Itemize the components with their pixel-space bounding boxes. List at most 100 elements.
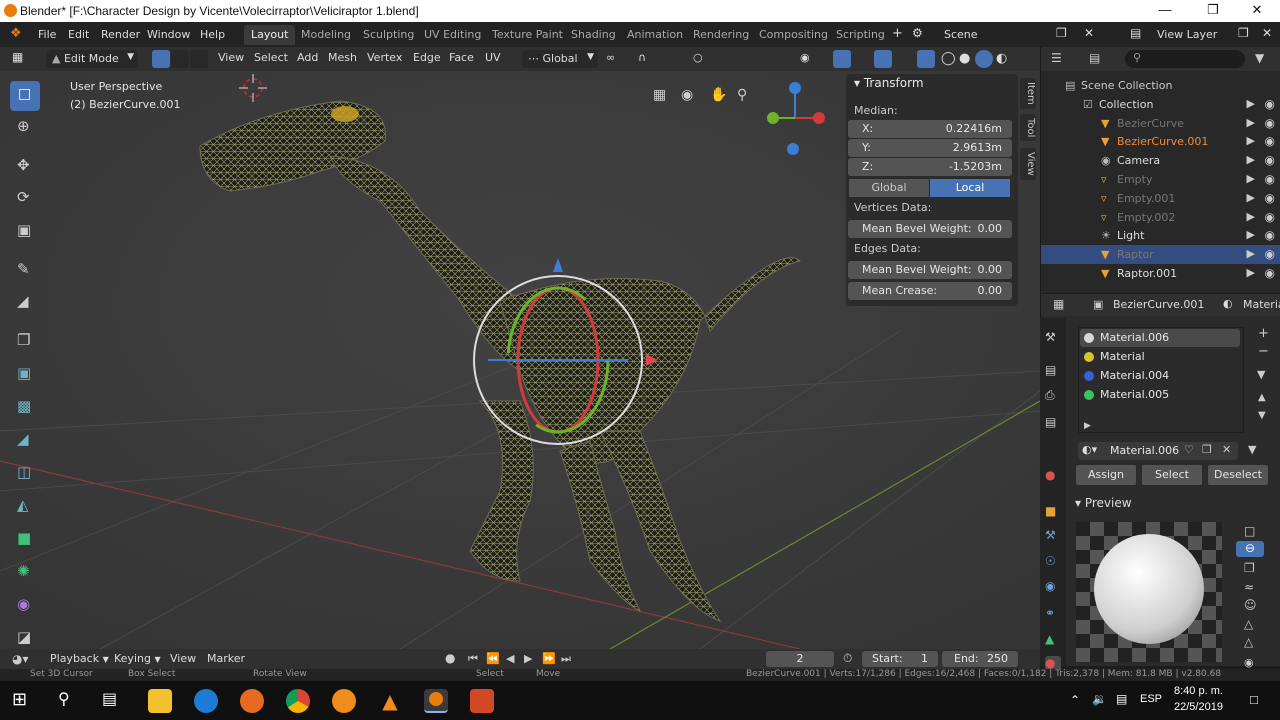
material-browse-icon[interactable]: ◐▾ xyxy=(1082,443,1097,456)
world-tab-icon[interactable]: ● xyxy=(1045,468,1061,484)
outliner-editor-icon[interactable]: ☰ xyxy=(1051,51,1062,65)
input-language[interactable]: ESP xyxy=(1140,693,1162,705)
jump-keyframe-back-icon[interactable]: ⏪ xyxy=(486,652,500,665)
solid-shading-icon[interactable]: ● xyxy=(959,51,970,66)
deselect-button[interactable]: Deselect xyxy=(1208,465,1268,485)
outliner-search-input[interactable]: ⚲ xyxy=(1125,50,1245,68)
display-mode-icon[interactable]: ▤ xyxy=(1089,51,1100,65)
outliner-row[interactable]: ▼ Raptor ▶ ◉ xyxy=(1041,245,1280,265)
selectable-toggle-icon[interactable]: ▶ xyxy=(1247,153,1255,166)
output-tab-icon[interactable]: ⎙ xyxy=(1045,388,1061,404)
overlay-toggle-button[interactable] xyxy=(874,50,892,68)
header-menu-add[interactable]: Add xyxy=(297,51,318,64)
preview-cube-icon[interactable]: ❐ xyxy=(1244,561,1255,575)
preview-sphere-icon[interactable]: ⊖ xyxy=(1236,541,1264,557)
current-frame-field[interactable]: 2 xyxy=(766,651,834,667)
measure-tool[interactable]: ◢ xyxy=(10,288,40,318)
unlink-material-icon[interactable]: ✕ xyxy=(1222,443,1231,456)
outliner-row[interactable]: ◉ Camera ▶ ◉ xyxy=(1041,151,1280,170)
gizmo-toggle-button[interactable] xyxy=(833,50,851,68)
outliner-row[interactable]: ☀ Light ▶ ◉ xyxy=(1041,226,1280,245)
visibility-eye-icon[interactable]: ◉ xyxy=(1265,228,1275,242)
selectable-toggle-icon[interactable]: ▶ xyxy=(1247,116,1255,129)
scene-name[interactable]: Scene xyxy=(944,28,978,41)
visibility-eye-icon[interactable]: ◉ xyxy=(1265,153,1275,167)
record-icon[interactable]: ● xyxy=(445,651,455,665)
poly-build-tool[interactable]: ■ xyxy=(10,525,40,555)
speaker-icon[interactable]: 🔉 xyxy=(1092,692,1107,706)
select-box-tool[interactable]: □ xyxy=(10,81,40,111)
visibility-eye-icon[interactable]: ◉ xyxy=(1265,134,1275,148)
workspace-tab-rendering[interactable]: Rendering xyxy=(686,25,756,45)
outliner-row[interactable]: ▼ Raptor.001 ▶ ◉ xyxy=(1041,264,1280,283)
taskbar-time[interactable]: 8:40 p. m. xyxy=(1174,685,1223,697)
workspace-tab-compositing[interactable]: Compositing xyxy=(752,25,835,45)
timeline-editor-icon[interactable]: ◕▾ xyxy=(12,652,29,666)
material-name-field[interactable]: Material.006 xyxy=(1110,444,1179,457)
view-layer-name[interactable]: View Layer xyxy=(1157,28,1217,41)
outliner-row[interactable]: ☑ Collection ▶ ◉ xyxy=(1041,95,1280,114)
move-slot-down-icon[interactable]: ▼ xyxy=(1258,410,1266,421)
tray-expand-icon[interactable]: ⌃ xyxy=(1070,693,1080,707)
visibility-eye-icon[interactable]: ◉ xyxy=(1265,172,1275,186)
local-toggle[interactable]: Local xyxy=(930,179,1010,197)
list-expand-icon[interactable]: ▶ xyxy=(1084,421,1091,431)
edge-select-button[interactable] xyxy=(171,50,189,68)
selectable-toggle-icon[interactable]: ▶ xyxy=(1247,191,1255,204)
header-menu-view[interactable]: View xyxy=(218,51,244,64)
outliner-row[interactable]: ▤ Scene Collection xyxy=(1041,76,1280,95)
snap-icon[interactable]: ∩ xyxy=(638,51,646,64)
close-button[interactable]: ✕ xyxy=(1242,2,1272,18)
vlc-icon[interactable]: ▲ xyxy=(378,689,402,713)
timeline-menu-keying[interactable]: Keying ▼ xyxy=(114,652,161,665)
jump-keyframe-forward-icon[interactable]: ⏩ xyxy=(542,652,556,665)
menu-window[interactable]: Window xyxy=(147,28,190,41)
view-layer-tab-icon[interactable]: ▤ xyxy=(1045,415,1061,431)
play-reverse-icon[interactable]: ◀ xyxy=(506,652,514,665)
remove-material-slot-icon[interactable]: − xyxy=(1258,344,1269,359)
selectable-toggle-icon[interactable]: ▶ xyxy=(1247,228,1255,241)
visibility-eye-icon[interactable]: ◉ xyxy=(1265,210,1275,224)
timeline-menu-marker[interactable]: Marker xyxy=(207,652,245,665)
edge-mean-bevel-weight-field[interactable]: Mean Bevel Weight: 0.00 xyxy=(848,261,1012,279)
blender-taskbar-icon[interactable] xyxy=(424,689,448,713)
fake-user-icon[interactable]: ♡ xyxy=(1184,443,1194,456)
header-menu-select[interactable]: Select xyxy=(254,51,288,64)
minimize-button[interactable]: — xyxy=(1150,2,1180,17)
preview-hair-icon[interactable]: ≈ xyxy=(1244,580,1254,594)
tool-tab-icon[interactable]: ⚒ xyxy=(1045,330,1061,346)
add-material-slot-icon[interactable]: + xyxy=(1258,326,1269,341)
edge-browser-icon[interactable] xyxy=(194,689,218,713)
editor-type-icon[interactable]: ▦ xyxy=(12,50,23,64)
outliner-row[interactable]: ▿ Empty.001 ▶ ◉ xyxy=(1041,189,1280,208)
render-tab-icon[interactable]: ▤ xyxy=(1045,363,1061,379)
header-menu-edge[interactable]: Edge xyxy=(413,51,441,64)
xray-toggle-button[interactable] xyxy=(917,50,935,68)
inset-tool[interactable]: ▩ xyxy=(10,393,40,423)
transform-panel-title[interactable]: ▾ Transform xyxy=(854,76,924,90)
cursor-tool[interactable]: ⊕ xyxy=(10,113,40,143)
jump-end-icon[interactable]: ⏭ xyxy=(561,652,571,666)
outliner-row[interactable]: ▿ Empty.002 ▶ ◉ xyxy=(1041,208,1280,227)
header-menu-mesh[interactable]: Mesh xyxy=(328,51,357,64)
material-datablock-selector[interactable]: ◐▾ Material.006 ♡ ❐ ✕ xyxy=(1078,442,1238,460)
view-layer-delete-icon[interactable]: ✕ xyxy=(1262,26,1272,40)
preview-monkey-icon[interactable]: ☺ xyxy=(1244,598,1257,612)
scene-delete-icon[interactable]: ✕ xyxy=(1084,26,1094,40)
view-layer-icon[interactable]: ▤ xyxy=(1130,26,1141,40)
header-menu-face[interactable]: Face xyxy=(449,51,474,64)
outliner-row[interactable]: ▿ Empty ▶ ◉ xyxy=(1041,170,1280,189)
median-y-field[interactable]: Y: 2.9613m xyxy=(848,139,1012,157)
view-object-types-icon[interactable]: ◉ xyxy=(800,51,810,64)
proportional-edit-icon[interactable]: ○ xyxy=(693,51,703,64)
workspace-tab-layout[interactable]: Layout xyxy=(244,25,296,45)
menu-file[interactable]: File xyxy=(38,28,56,41)
file-explorer-icon[interactable] xyxy=(148,689,172,713)
vertex-select-button[interactable] xyxy=(152,50,170,68)
select-button[interactable]: Select xyxy=(1142,465,1202,485)
powerpoint-icon[interactable] xyxy=(470,689,494,713)
wireframe-shading-icon[interactable]: ◯ xyxy=(941,51,956,66)
rotate-tool[interactable]: ⟳ xyxy=(10,184,40,214)
chrome-icon[interactable] xyxy=(286,689,310,713)
material-shading-button[interactable] xyxy=(975,50,993,68)
